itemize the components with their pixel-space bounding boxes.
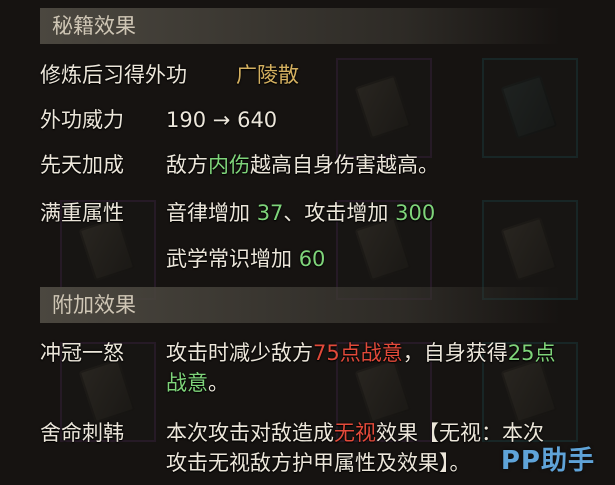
power-value: 190 → 640 <box>166 107 277 133</box>
watermark-logo: PP助手 <box>500 446 595 476</box>
rage-text-mid: ，自身获得 <box>402 341 508 365</box>
rage-gain-value: 25点 <box>507 341 556 365</box>
sacrifice-desc-line2: 攻击无视敌方护甲属性及效果】。 <box>166 451 471 475</box>
sacrifice-desc-line1: 本次攻击对敌造成无视效果【无视：本次 <box>166 420 544 446</box>
rage-gain-unit: 战意 <box>166 371 208 395</box>
learn-label: 修炼后习得外功 <box>40 63 187 87</box>
sacrifice-label: 舍命刺韩 <box>40 421 124 445</box>
innate-desc: 敌方内伤越高自身伤害越高。 <box>166 152 439 178</box>
innate-highlight: 内伤 <box>208 153 250 177</box>
max-attr-label: 满重属性 <box>40 201 124 225</box>
max-attr-line2: 武学常识增加 60 <box>166 246 325 272</box>
attr-knowledge-text: 武学常识增加 <box>166 247 299 271</box>
attr-attack-value: 300 <box>395 201 436 225</box>
sacrifice-highlight: 无视 <box>334 421 376 445</box>
learned-skill-name: 广陵散 <box>236 63 299 87</box>
power-from: 190 <box>166 108 207 132</box>
section-header-effects: 秘籍效果 <box>40 8 560 44</box>
rage-label: 冲冠一怒 <box>40 341 124 365</box>
item-tooltip: 秘籍效果 修炼后习得外功 广陵散 外功威力 190 → 640 先天加成 敌方内… <box>0 0 615 485</box>
rage-text-pre: 攻击时减少敌方 <box>166 341 313 365</box>
attr-knowledge-value: 60 <box>298 247 326 271</box>
max-attr-line1: 音律增加 37、攻击增加 300 <box>166 200 435 226</box>
innate-text-post: 越高自身伤害越高。 <box>250 153 439 177</box>
innate-label: 先天加成 <box>40 153 124 177</box>
rage-desc-line2: 战意。 <box>166 370 229 396</box>
rage-reduce-value: 75点战意 <box>313 341 403 365</box>
sacrifice-text-pre: 本次攻击对敌造成 <box>166 421 334 445</box>
rage-desc-line1: 攻击时减少敌方75点战意，自身获得25点 <box>166 340 555 366</box>
power-label: 外功威力 <box>40 108 124 132</box>
innate-text-pre: 敌方 <box>166 153 208 177</box>
attr-music-value: 37 <box>256 201 284 225</box>
attr-attack-text: 、攻击增加 <box>283 201 396 225</box>
attr-music-text: 音律增加 <box>166 201 257 225</box>
rage-text-end: 。 <box>208 371 229 395</box>
arrow-icon: → <box>212 108 231 132</box>
power-to: 640 <box>237 108 278 132</box>
section-header-extra: 附加效果 <box>40 287 560 323</box>
